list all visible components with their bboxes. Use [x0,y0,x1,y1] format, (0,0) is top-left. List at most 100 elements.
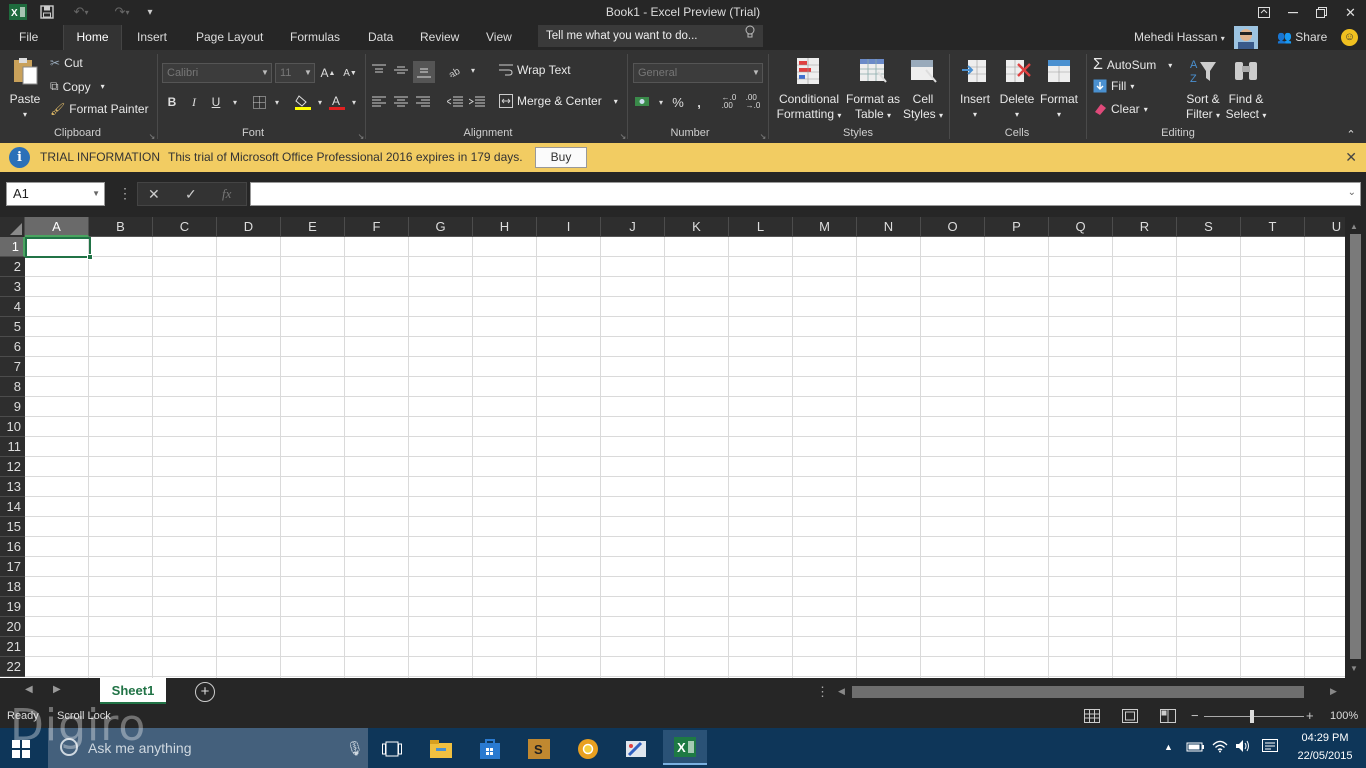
scroll-right-icon[interactable]: ▶ [1330,686,1337,697]
battery-icon[interactable] [1186,739,1204,756]
wrap-text-button[interactable]: Wrap Text [499,63,571,77]
clock-time[interactable]: 04:29 PM [1295,732,1355,744]
row-header-3[interactable]: 3 [0,277,25,297]
column-header-m[interactable]: M [793,217,857,237]
delete-cells-button[interactable]: Delete ▾ [996,56,1038,122]
formula-input[interactable]: ⌄ [250,182,1361,206]
volume-icon[interactable] [1235,739,1251,756]
tab-data[interactable]: Data [359,25,402,50]
decrease-decimal-icon[interactable]: .00 →.0 [744,93,762,111]
cancel-entry-icon[interactable]: ✕ [148,186,160,203]
horizontal-scroll-thumb[interactable] [852,686,1304,698]
cell-styles-button[interactable]: Cell Styles ▾ [901,56,945,123]
row-header-13[interactable]: 13 [0,477,25,497]
scroll-down-icon[interactable]: ▼ [1350,664,1358,673]
zoom-slider[interactable] [1204,716,1304,717]
close-trial-bar-icon[interactable]: ✕ [1345,149,1357,166]
restore-icon[interactable] [1307,0,1336,25]
fill-color-dropdown-icon[interactable]: ▾ [311,93,329,111]
borders-icon[interactable] [250,93,268,111]
conditional-formatting-button[interactable]: Conditional Formatting ▾ [773,56,845,123]
user-name[interactable]: Mehedi Hassan ▾ [1125,25,1234,50]
column-header-s[interactable]: S [1177,217,1241,237]
column-header-b[interactable]: B [89,217,153,237]
row-header-16[interactable]: 16 [0,537,25,557]
column-header-e[interactable]: E [281,217,345,237]
align-left-icon[interactable] [370,93,388,111]
task-view-icon[interactable] [370,733,414,765]
name-box[interactable]: A1 ▼ [6,182,105,206]
tab-review[interactable]: Review [411,25,468,50]
row-header-19[interactable]: 19 [0,597,25,617]
tab-page-layout[interactable]: Page Layout [187,25,272,50]
bold-button[interactable]: B [163,93,181,111]
column-header-a[interactable]: A [25,217,89,237]
row-header-17[interactable]: 17 [0,557,25,577]
column-header-h[interactable]: H [473,217,537,237]
minimize-icon[interactable] [1278,0,1307,25]
worksheet-grid[interactable]: ABCDEFGHIJKLMNOPQRSTU 1 2 3 4 5 6 7 8 9 10 11 12 13 1… [0,217,1345,678]
column-header-l[interactable]: L [729,217,793,237]
font-color-icon[interactable]: A [328,93,346,111]
column-header-c[interactable]: C [153,217,217,237]
font-size-combo[interactable]: 11 ▼ [275,63,315,83]
paste-button[interactable]: Paste ▾ [6,56,44,122]
accounting-format-icon[interactable] [634,93,652,111]
tell-me-search[interactable]: Tell me what you want to do... [538,25,763,47]
file-explorer-icon[interactable] [419,733,463,765]
tab-insert[interactable]: Insert [128,25,176,50]
customize-quick-access-icon[interactable]: ▾ [143,3,157,21]
page-layout-view-icon[interactable] [1122,709,1138,726]
tab-split-handle[interactable]: ⋮ [816,684,829,700]
share-button[interactable]: 👥 Share [1268,25,1336,50]
smiley-feedback-icon[interactable]: ☺ [1341,29,1358,46]
column-header-u[interactable]: U [1305,217,1345,237]
vertical-scrollbar[interactable]: ▲ ▼ [1345,217,1366,678]
row-header-21[interactable]: 21 [0,637,25,657]
bottom-align-icon[interactable] [413,61,435,83]
find-select-button[interactable]: Find & Select ▾ [1225,56,1267,123]
column-header-i[interactable]: I [537,217,601,237]
row-header-9[interactable]: 9 [0,397,25,417]
windows-start-icon[interactable] [12,740,30,761]
zoom-slider-thumb[interactable] [1250,710,1254,723]
autosum-button[interactable]: Σ AutoSum ▾ [1093,56,1172,74]
column-header-j[interactable]: J [601,217,665,237]
row-header-6[interactable]: 6 [0,337,25,357]
row-header-10[interactable]: 10 [0,417,25,437]
decrease-indent-icon[interactable] [446,93,464,111]
undo-icon[interactable]: ↶ ▾ [66,3,96,21]
row-header-15[interactable]: 15 [0,517,25,537]
zoom-in-icon[interactable]: + [1306,708,1314,723]
ribbon-display-options-icon[interactable] [1249,0,1278,25]
paint-icon[interactable] [614,733,658,765]
redo-icon[interactable]: ↷ ▾ [107,3,137,21]
orientation-icon[interactable]: ab [447,61,465,79]
row-header-5[interactable]: 5 [0,317,25,337]
page-break-preview-icon[interactable] [1160,709,1176,726]
increase-decimal-icon[interactable]: ←.0.00 [720,93,738,111]
sublime-text-icon[interactable]: S [517,733,561,765]
middle-align-icon[interactable] [392,61,410,79]
avatar[interactable] [1234,26,1258,49]
buy-button[interactable]: Buy [535,147,587,168]
decrease-font-size-icon[interactable]: A ▼ [341,64,359,82]
tab-formulas[interactable]: Formulas [281,25,349,50]
tab-home[interactable]: Home [63,25,122,50]
comma-style-button[interactable]: , [690,93,708,111]
confirm-entry-icon[interactable]: ✓ [185,186,197,203]
row-header-12[interactable]: 12 [0,457,25,477]
row-header-22[interactable]: 22 [0,657,25,677]
action-center-icon[interactable] [1262,739,1278,758]
column-header-p[interactable]: P [985,217,1049,237]
row-header-4[interactable]: 4 [0,297,25,317]
next-sheet-icon[interactable]: ▶ [53,684,61,695]
align-center-icon[interactable] [392,93,410,111]
scroll-left-icon[interactable]: ◀ [838,686,845,697]
microphone-icon[interactable]: 🎙 [346,728,364,768]
row-header-2[interactable]: 2 [0,257,25,277]
row-header-7[interactable]: 7 [0,357,25,377]
accounting-dropdown-icon[interactable]: ▾ [652,93,670,111]
wifi-icon[interactable] [1212,739,1228,756]
row-header-18[interactable]: 18 [0,577,25,597]
